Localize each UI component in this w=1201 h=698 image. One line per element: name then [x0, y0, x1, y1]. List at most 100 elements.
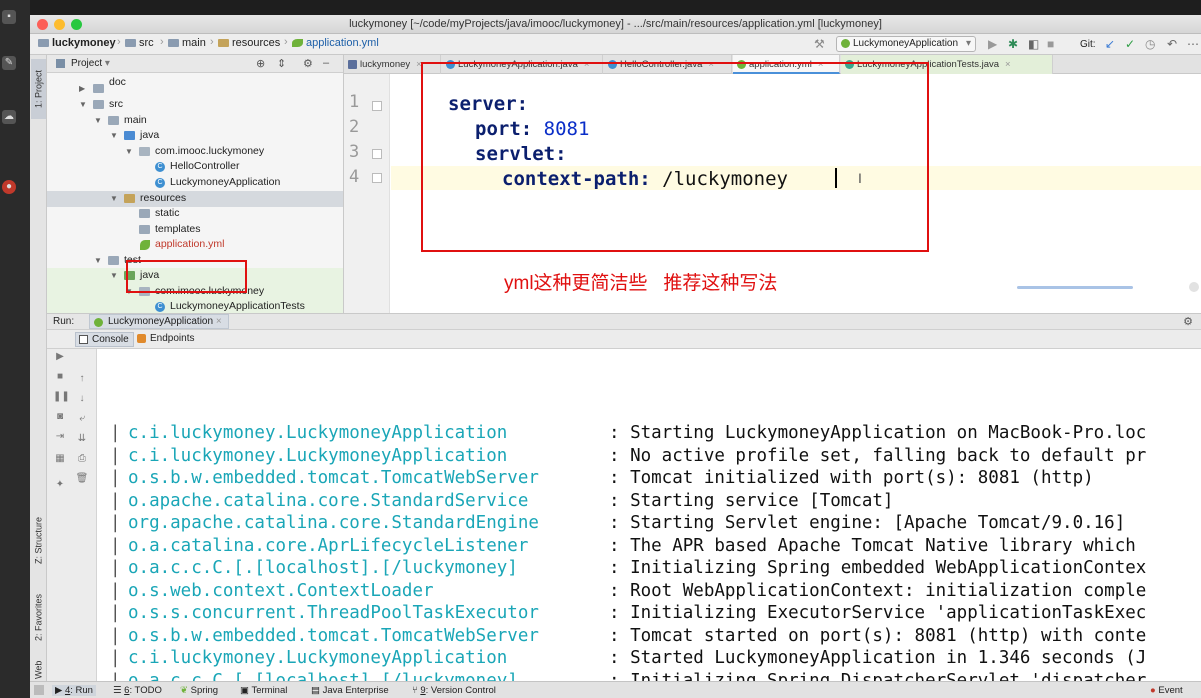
- fold-marker-icon[interactable]: [372, 173, 382, 183]
- left-tool-strip: 1: Project Z: Structure 2: Favorites Web: [30, 55, 47, 681]
- navigation-bar: luckymoney › src › main › resources › ap…: [30, 34, 1201, 55]
- more-icon[interactable]: ⋯: [1187, 37, 1199, 51]
- breadcrumb-luckymoney[interactable]: luckymoney: [38, 37, 116, 49]
- tool-tab-spring[interactable]: ❦ Spring: [180, 685, 218, 696]
- print-icon[interactable]: ⎙: [75, 453, 89, 464]
- tree-item-package[interactable]: ▼ com.imooc.luckymoney: [47, 144, 343, 160]
- log-logger-name: o.a.c.c.C.[.[localhost].[/luckymoney]: [128, 558, 518, 578]
- tree-item-java[interactable]: ▼ java: [47, 128, 343, 144]
- down-arrow-icon[interactable]: ↓: [75, 393, 89, 404]
- run-panel-tabs: Console Endpoints: [47, 330, 1201, 349]
- tree-item-static[interactable]: static: [47, 206, 343, 222]
- camera-icon[interactable]: ◙: [53, 411, 67, 422]
- endpoints-icon: [137, 334, 146, 343]
- collapse-all-icon[interactable]: ⇕: [277, 57, 286, 70]
- git-commit-icon[interactable]: ✓: [1125, 37, 1135, 51]
- project-view-dropdown[interactable]: Project: [71, 58, 102, 69]
- log-message: : Initializing ExecutorService 'applicat…: [609, 603, 1147, 623]
- tree-item-luckymoneyapplication[interactable]: C LuckymoneyApplication: [47, 175, 343, 191]
- tool-tab-todo[interactable]: ☰ 6: TODO: [113, 685, 162, 696]
- pause-icon[interactable]: ❚❚: [53, 391, 70, 402]
- tool-tab-project[interactable]: 1: Project: [31, 59, 46, 119]
- yaml-file-icon: [140, 240, 150, 250]
- log-gutter-mark: |: [110, 513, 121, 533]
- app-icon[interactable]: ▪: [2, 10, 16, 24]
- ide-window: luckymoney [~/code/myProjects/java/imooc…: [30, 15, 1201, 698]
- log-message: : Tomcat initialized with port(s): 8081 …: [609, 468, 1094, 488]
- log-line: | o.s.web.context.ContextLoader: Root Web…: [97, 581, 1201, 604]
- breadcrumb-main[interactable]: main: [168, 37, 206, 49]
- console-output[interactable]: | c.i.luckymoney.LuckymoneyApplication: S…: [97, 349, 1201, 681]
- tree-item-resources[interactable]: ▼ resources: [47, 191, 343, 207]
- cloud-icon[interactable]: ☁: [2, 110, 16, 124]
- close-icon[interactable]: ×: [216, 316, 222, 327]
- stop-icon[interactable]: ■: [1047, 37, 1054, 51]
- tool-tab-java-enterprise[interactable]: ▤ Java Enterprise: [311, 685, 389, 696]
- tool-tab-structure[interactable]: Z: Structure: [31, 505, 46, 575]
- fold-marker-icon[interactable]: [372, 149, 382, 159]
- line-number: 4: [349, 167, 360, 187]
- soft-wrap-icon[interactable]: ⤶: [75, 413, 89, 424]
- panel-toggle-icon[interactable]: [34, 685, 44, 695]
- close-icon[interactable]: ×: [1005, 59, 1011, 70]
- tool-tab-run[interactable]: ▶ 4: Run: [52, 685, 96, 696]
- log-gutter-mark: |: [110, 558, 121, 578]
- tab-console[interactable]: Console: [75, 332, 134, 347]
- log-message: : Starting LuckymoneyApplication on MacB…: [609, 423, 1147, 443]
- run-icon[interactable]: ▶: [988, 37, 997, 51]
- tree-item-hellocontroller[interactable]: C HelloController: [47, 159, 343, 175]
- fold-marker-icon[interactable]: [372, 101, 382, 111]
- tool-tab-terminal[interactable]: ▣ Terminal: [240, 685, 287, 696]
- tree-item-application-yml[interactable]: application.yml: [47, 237, 343, 253]
- history-icon[interactable]: ◷: [1145, 37, 1155, 51]
- coverage-icon[interactable]: ◧: [1028, 37, 1039, 51]
- pin-icon[interactable]: ✦: [53, 479, 67, 490]
- breadcrumb-src[interactable]: src: [125, 37, 154, 49]
- log-line: | org.apache.catalina.core.StandardEngine…: [97, 513, 1201, 536]
- folder-icon: [93, 84, 104, 93]
- window-title: luckymoney [~/code/myProjects/java/imooc…: [349, 18, 882, 30]
- class-icon: C: [155, 178, 165, 188]
- run-config-tab[interactable]: LuckymoneyApplication ×: [89, 314, 229, 329]
- tree-item-tests-class[interactable]: C LuckymoneyApplicationTests: [47, 299, 343, 313]
- hide-panel-icon[interactable]: –: [323, 57, 329, 69]
- horizontal-scrollbar[interactable]: [1017, 286, 1133, 289]
- record-icon[interactable]: ●: [2, 180, 16, 194]
- tab-endpoints[interactable]: Endpoints: [134, 332, 198, 347]
- revert-icon[interactable]: ↶: [1167, 37, 1177, 51]
- tree-item-src[interactable]: ▼ src: [47, 97, 343, 113]
- breadcrumb-application-yml[interactable]: application.yml: [292, 37, 379, 49]
- locate-icon[interactable]: ⊕: [256, 57, 265, 70]
- tree-item-doc[interactable]: ▶ doc: [47, 76, 343, 97]
- debug-icon[interactable]: ✱: [1008, 37, 1018, 51]
- tree-item-templates[interactable]: templates: [47, 222, 343, 238]
- log-line: | o.apache.catalina.core.StandardService:…: [97, 491, 1201, 514]
- rerun-icon[interactable]: ▶: [53, 351, 67, 362]
- hammer-icon[interactable]: ⚒: [814, 37, 825, 51]
- tree-item-main[interactable]: ▼ main: [47, 113, 343, 129]
- gear-icon[interactable]: ⚙: [303, 57, 313, 70]
- line-number: 2: [349, 117, 360, 137]
- log-logger-name: org.apache.catalina.core.StandardEngine: [128, 513, 539, 533]
- stop-icon[interactable]: ■: [53, 371, 67, 382]
- tool-tab-version-control[interactable]: ⑂ 9: Version Control: [412, 685, 496, 696]
- up-arrow-icon[interactable]: ↑: [75, 373, 89, 384]
- gear-icon[interactable]: ⚙: [1183, 315, 1193, 328]
- code-editor[interactable]: 1 2 3 4 server: port: 8081 servlet: cont…: [344, 62, 1201, 313]
- edit-icon[interactable]: ✎: [2, 56, 16, 70]
- trash-icon[interactable]: 🗑: [75, 473, 89, 484]
- log-logger-name: o.apache.catalina.core.StandardService: [128, 490, 529, 511]
- run-toolbar: ▶ ■ ❚❚ ◙ ⇥ ▦ ✦ ↑ ↓ ⤶ ⇊ ⎙ 🗑: [47, 349, 97, 681]
- run-configuration-dropdown[interactable]: LuckymoneyApplication ▾: [836, 36, 976, 52]
- log-logger-name: o.a.c.c.C.[.[localhost].[/luckymoney]: [128, 670, 518, 682]
- log-message: : Root WebApplicationContext: initializa…: [609, 580, 1147, 601]
- scroll-to-end-icon[interactable]: ⇊: [75, 433, 89, 444]
- folder-icon: [139, 209, 150, 218]
- breadcrumb-resources[interactable]: resources: [218, 37, 280, 49]
- exit-icon[interactable]: ⇥: [53, 431, 67, 442]
- folder-icon: [108, 256, 119, 265]
- tool-tab-favorites[interactable]: 2: Favorites: [31, 585, 46, 650]
- layout-icon[interactable]: ▦: [53, 453, 67, 464]
- git-update-icon[interactable]: ↙: [1105, 37, 1115, 51]
- tool-tab-event-log[interactable]: ● Event: [1150, 685, 1183, 696]
